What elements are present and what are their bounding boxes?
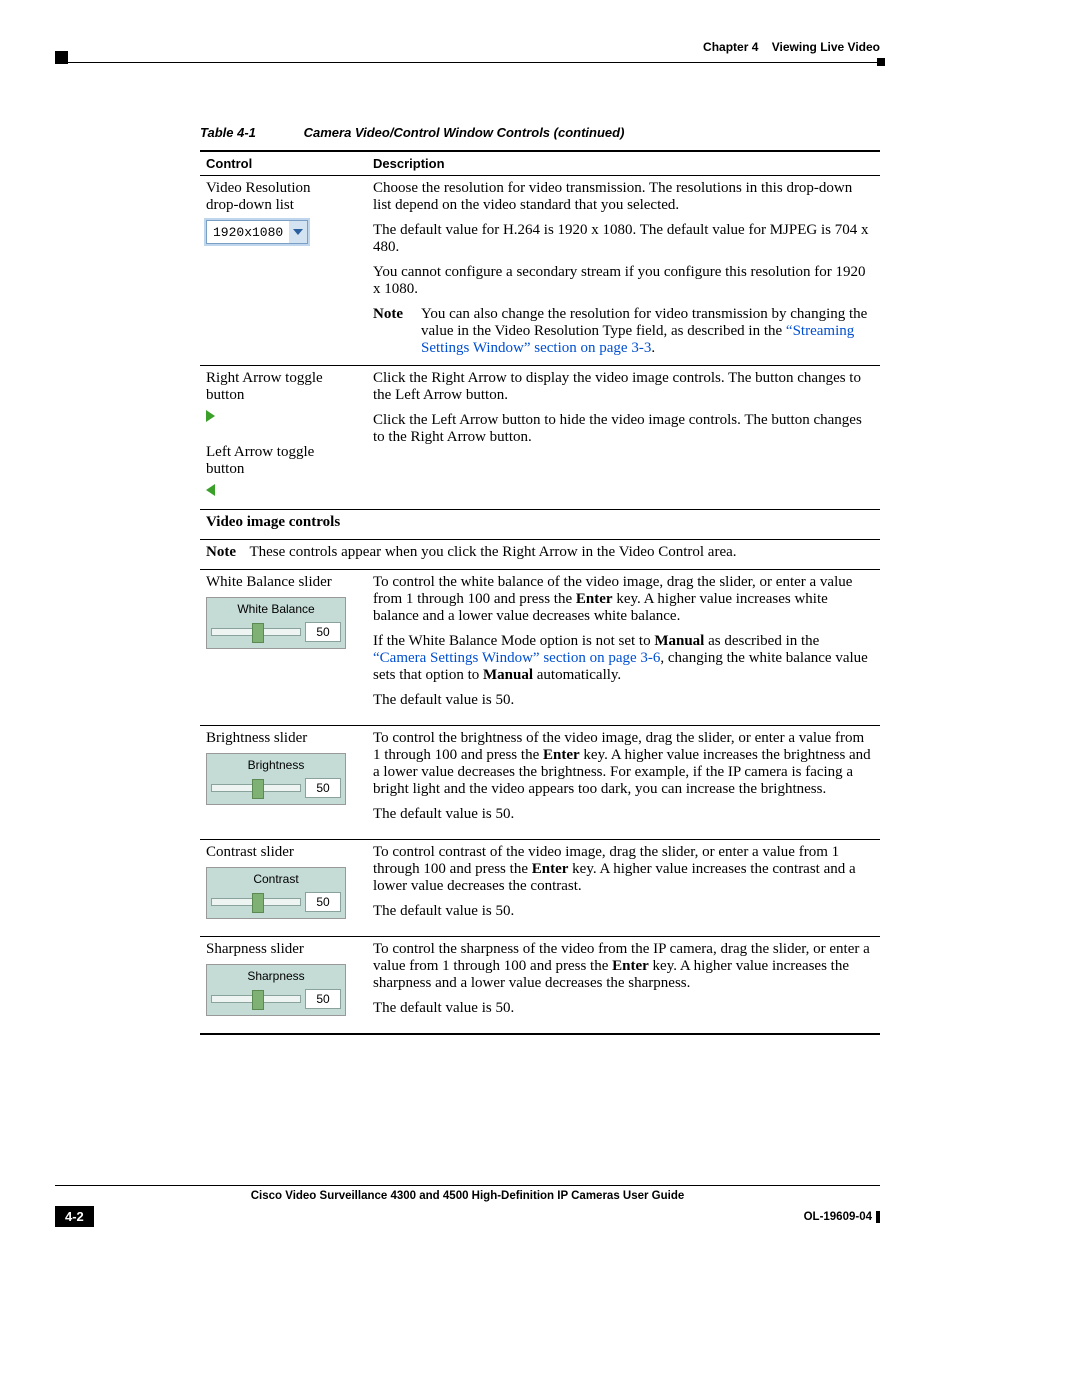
sharpness-value-input[interactable]: 50 <box>305 989 341 1009</box>
brightness-desc-2: The default value is 50. <box>373 806 874 823</box>
sharpness-desc-2: The default value is 50. <box>373 1000 874 1017</box>
contrast-label: Contrast slider <box>206 844 294 860</box>
brightness-label: Brightness slider <box>206 730 307 746</box>
resolution-desc-3: You cannot configure a secondary stream … <box>373 264 874 298</box>
sharpness-desc-1: To control the sharpness of the video fr… <box>373 941 874 992</box>
running-header: Chapter 4 Viewing Live Video <box>703 40 880 54</box>
resolution-desc-2: The default value for H.264 is 1920 x 10… <box>373 222 874 256</box>
right-arrow-label: Right Arrow toggle <box>206 370 323 386</box>
widget-title: Contrast <box>211 872 341 886</box>
wb-desc-2: If the White Balance Mode option is not … <box>373 633 874 684</box>
white-balance-value-input[interactable]: 50 <box>305 622 341 642</box>
contrast-desc-2: The default value is 50. <box>373 903 874 920</box>
section-note-text: These controls appear when you click the… <box>249 544 736 560</box>
brightness-desc-1: To control the brightness of the video i… <box>373 730 874 798</box>
camera-settings-link[interactable]: “Camera Settings Window” section on page… <box>373 650 660 666</box>
arrows-desc-2: Click the Left Arrow button to hide the … <box>373 412 874 446</box>
section-label: Viewing Live Video <box>772 40 880 54</box>
row-section-note: Note These controls appear when you clic… <box>200 540 880 570</box>
dropdown-arrow-icon[interactable] <box>289 229 307 235</box>
contrast-value-input[interactable]: 50 <box>305 892 341 912</box>
page-number: 4-2 <box>55 1206 94 1227</box>
right-arrow-icon[interactable] <box>206 410 215 422</box>
note-body: You can also change the resolution for v… <box>421 306 874 357</box>
column-header-control: Control <box>200 151 367 176</box>
wb-desc-1: To control the white balance of the vide… <box>373 574 874 625</box>
control-label-line2: drop-down list <box>206 197 294 213</box>
doc-id: OL-19609-04 <box>804 1211 880 1223</box>
section-title: Video image controls <box>200 510 880 540</box>
row-section-header: Video image controls <box>200 510 880 540</box>
slider-thumb-icon[interactable] <box>252 893 264 913</box>
video-resolution-dropdown[interactable]: 1920x1080 <box>206 220 308 244</box>
note-label: Note <box>373 306 403 357</box>
sharpness-slider[interactable] <box>211 995 301 1003</box>
control-label: Video Resolution <box>206 180 311 196</box>
table-number: Table 4-1 <box>200 125 300 140</box>
table-caption: Table 4-1 Camera Video/Control Window Co… <box>200 125 880 140</box>
resolution-desc-1: Choose the resolution for video transmis… <box>373 180 874 214</box>
slider-thumb-icon[interactable] <box>252 990 264 1010</box>
chapter-label: Chapter 4 <box>703 40 758 54</box>
slider-thumb-icon[interactable] <box>252 779 264 799</box>
row-video-resolution: Video Resolution drop-down list 1920x108… <box>200 176 880 366</box>
sharpness-label: Sharpness slider <box>206 941 304 957</box>
white-balance-label: White Balance slider <box>206 574 332 590</box>
row-contrast: Contrast slider Contrast 50 To control c… <box>200 840 880 937</box>
controls-table: Control Description Video Resolution dro… <box>200 150 880 1035</box>
dropdown-value: 1920x1080 <box>207 221 289 243</box>
widget-title: Sharpness <box>211 969 341 983</box>
section-note-label: Note <box>206 544 236 560</box>
sharpness-widget: Sharpness 50 <box>206 964 346 1016</box>
resolution-note: Note You can also change the resolution … <box>373 306 874 357</box>
brightness-value-input[interactable]: 50 <box>305 778 341 798</box>
slider-thumb-icon[interactable] <box>252 623 264 643</box>
row-arrow-toggles: Right Arrow toggle button Left Arrow tog… <box>200 366 880 510</box>
contrast-widget: Contrast 50 <box>206 867 346 919</box>
column-header-description: Description <box>367 151 880 176</box>
contrast-desc-1: To control contrast of the video image, … <box>373 844 874 895</box>
white-balance-slider[interactable] <box>211 628 301 636</box>
footer: Cisco Video Surveillance 4300 and 4500 H… <box>55 1185 880 1202</box>
contrast-slider[interactable] <box>211 898 301 906</box>
brightness-widget: Brightness 50 <box>206 753 346 805</box>
left-arrow-label: Left Arrow toggle <box>206 444 314 460</box>
wb-desc-3: The default value is 50. <box>373 692 874 709</box>
row-brightness: Brightness slider Brightness 50 To contr… <box>200 726 880 840</box>
brightness-slider[interactable] <box>211 784 301 792</box>
left-arrow-icon[interactable] <box>206 484 215 496</box>
widget-title: White Balance <box>211 602 341 616</box>
content: Table 4-1 Camera Video/Control Window Co… <box>200 125 880 1035</box>
white-balance-widget: White Balance 50 <box>206 597 346 649</box>
table-title: Camera Video/Control Window Controls (co… <box>304 125 625 140</box>
footer-title: Cisco Video Surveillance 4300 and 4500 H… <box>55 1190 880 1202</box>
header-rule <box>55 62 880 63</box>
row-sharpness: Sharpness slider Sharpness 50 To control… <box>200 937 880 1035</box>
widget-title: Brightness <box>211 758 341 772</box>
arrows-desc-1: Click the Right Arrow to display the vid… <box>373 370 874 404</box>
page: Chapter 4 Viewing Live Video Table 4-1 C… <box>0 0 1080 1397</box>
row-white-balance: White Balance slider White Balance 50 To… <box>200 570 880 726</box>
